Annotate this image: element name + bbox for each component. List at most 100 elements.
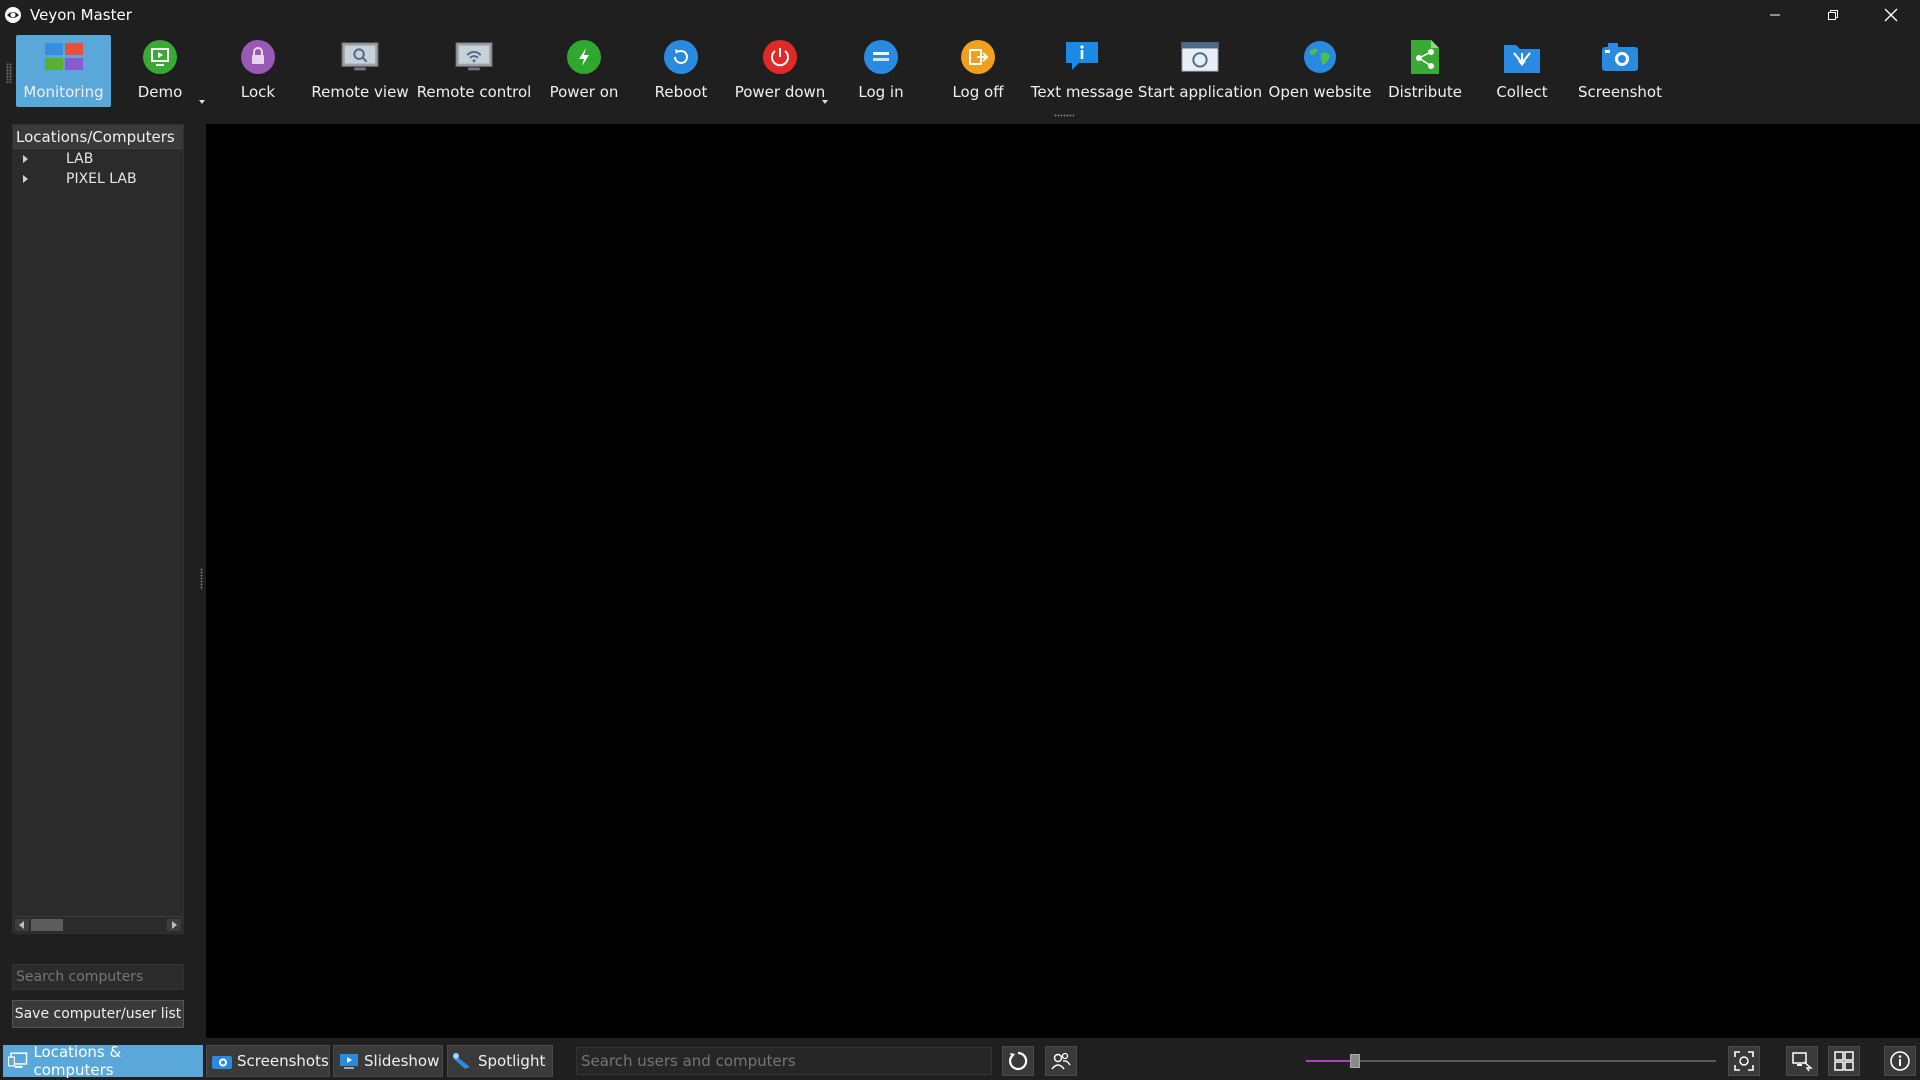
minimize-button[interactable]: [1746, 0, 1804, 29]
reboot-icon: [661, 37, 701, 77]
remote-control-button[interactable]: Remote control: [416, 35, 532, 107]
tab-label: Spotlight: [478, 1052, 546, 1070]
tree-item-lab[interactable]: LAB: [13, 149, 183, 169]
log-off-icon: [958, 37, 998, 77]
screenshot-button[interactable]: Screenshot: [1578, 35, 1662, 107]
custom-computer-arrangement-button[interactable]: [1786, 1046, 1818, 1076]
auto-fit-button[interactable]: [1728, 1046, 1760, 1076]
screenshots-icon: [212, 1056, 232, 1069]
tab-label: Locations & computers: [33, 1043, 122, 1079]
power-on-icon: [564, 37, 604, 77]
screenshot-label: Screenshot: [1578, 83, 1662, 101]
demo-dropdown-chevron-icon[interactable]: [199, 100, 205, 104]
open-website-button[interactable]: Open website: [1269, 35, 1371, 107]
remote-view-label: Remote view: [311, 83, 409, 101]
collect-icon: [1502, 37, 1542, 77]
computer-arrange-icon: [1792, 1052, 1813, 1072]
zoom-slider[interactable]: [1306, 1054, 1716, 1068]
open-website-icon: [1300, 37, 1340, 77]
tab-locations-computers[interactable]: Locations & computers: [3, 1043, 203, 1079]
open-website-label: Open website: [1268, 83, 1372, 101]
monitoring-button[interactable]: Monitoring: [16, 35, 111, 107]
zoom-slider-fill: [1306, 1060, 1355, 1062]
spotlight-icon: [453, 1053, 470, 1069]
demo-icon: [140, 37, 180, 77]
collect-label: Collect: [1496, 83, 1548, 101]
power-on-label: Power on: [549, 83, 619, 101]
text-message-icon: [1062, 37, 1102, 77]
about-button[interactable]: [1884, 1046, 1916, 1076]
locations-computers-icon: [8, 1052, 28, 1068]
lock-icon: [238, 37, 278, 77]
search-users-computers-input[interactable]: [576, 1047, 992, 1075]
restore-icon: [1828, 9, 1838, 20]
log-in-icon: [861, 37, 901, 77]
horizontal-scrollbar[interactable]: [13, 916, 183, 933]
tree-header[interactable]: Locations/Computers: [13, 125, 183, 149]
screenshot-icon: [1600, 37, 1640, 77]
log-in-button[interactable]: Log in: [855, 35, 907, 107]
tab-slideshow[interactable]: Slideshow: [333, 1045, 443, 1077]
text-message-button[interactable]: Text message: [1031, 35, 1133, 107]
main-toolbar: Monitoring Demo Lock Remote view Remote …: [0, 29, 1920, 117]
tree-item-label: LAB: [66, 151, 94, 167]
power-down-icon: [760, 37, 800, 77]
tab-label: Screenshots: [237, 1052, 329, 1070]
refresh-icon: [1009, 1051, 1028, 1071]
save-computer-user-list-button[interactable]: Save computer/user list: [12, 1000, 184, 1028]
remote-view-button[interactable]: Remote view: [311, 35, 409, 107]
expand-arrow-icon[interactable]: [23, 155, 28, 163]
distribute-button[interactable]: Distribute: [1388, 35, 1462, 107]
demo-button[interactable]: Demo: [132, 35, 188, 107]
collect-button[interactable]: Collect: [1492, 35, 1552, 107]
expand-arrow-icon[interactable]: [23, 175, 28, 183]
lock-label: Lock: [240, 83, 276, 101]
tree-item-label: PIXEL LAB: [66, 171, 137, 187]
restore-button[interactable]: [1804, 0, 1862, 29]
user-login-view-button[interactable]: [1045, 1046, 1077, 1076]
tab-screenshots[interactable]: Screenshots: [206, 1045, 330, 1077]
info-icon: [1890, 1051, 1910, 1071]
toolbar-resize-handle[interactable]: [1054, 114, 1074, 117]
log-in-label: Log in: [858, 83, 904, 101]
scroll-left-icon[interactable]: [15, 919, 29, 931]
log-off-label: Log off: [952, 83, 1004, 101]
close-button[interactable]: [1862, 0, 1920, 29]
log-off-button[interactable]: Log off: [950, 35, 1006, 107]
panel-splitter-handle[interactable]: [200, 568, 203, 590]
remote-control-label: Remote control: [416, 83, 532, 101]
window-title: Veyon Master: [30, 5, 132, 24]
monitoring-icon: [44, 37, 84, 77]
scrollbar-thumb[interactable]: [31, 919, 63, 931]
locations-computers-panel: Locations/Computers LAB PIXEL LAB: [12, 124, 184, 934]
tab-label: Slideshow: [364, 1052, 440, 1070]
grid-view-button[interactable]: [1828, 1046, 1860, 1076]
tree-item-pixel-lab[interactable]: PIXEL LAB: [13, 169, 183, 189]
power-down-dropdown-chevron-icon[interactable]: [822, 100, 828, 104]
window-controls: [1746, 0, 1920, 29]
demo-label: Demo: [137, 83, 183, 101]
power-on-button[interactable]: Power on: [549, 35, 619, 107]
text-message-label: Text message: [1030, 83, 1134, 101]
start-application-label: Start application: [1137, 83, 1263, 101]
refresh-button[interactable]: [1002, 1046, 1034, 1076]
power-down-button[interactable]: Power down: [735, 35, 825, 107]
scroll-right-icon[interactable]: [167, 919, 181, 931]
distribute-icon: [1405, 37, 1445, 77]
reboot-label: Reboot: [654, 83, 708, 101]
monitoring-label: Monitoring: [23, 83, 104, 101]
remote-view-icon: [340, 37, 380, 77]
search-computers-input[interactable]: [12, 964, 184, 990]
grid-icon: [1834, 1051, 1854, 1071]
title-bar: Veyon Master: [0, 0, 1920, 29]
users-icon: [1051, 1052, 1071, 1070]
minimize-icon: [1770, 14, 1780, 15]
tab-spotlight[interactable]: Spotlight: [447, 1045, 553, 1077]
lock-button[interactable]: Lock: [230, 35, 286, 107]
reboot-button[interactable]: Reboot: [650, 35, 712, 107]
zoom-slider-handle[interactable]: [1350, 1054, 1360, 1068]
toolbar-grip[interactable]: [6, 63, 12, 83]
computer-monitoring-area[interactable]: [206, 124, 1920, 1038]
close-icon: [1884, 8, 1898, 21]
start-application-button[interactable]: Start application: [1138, 35, 1262, 107]
